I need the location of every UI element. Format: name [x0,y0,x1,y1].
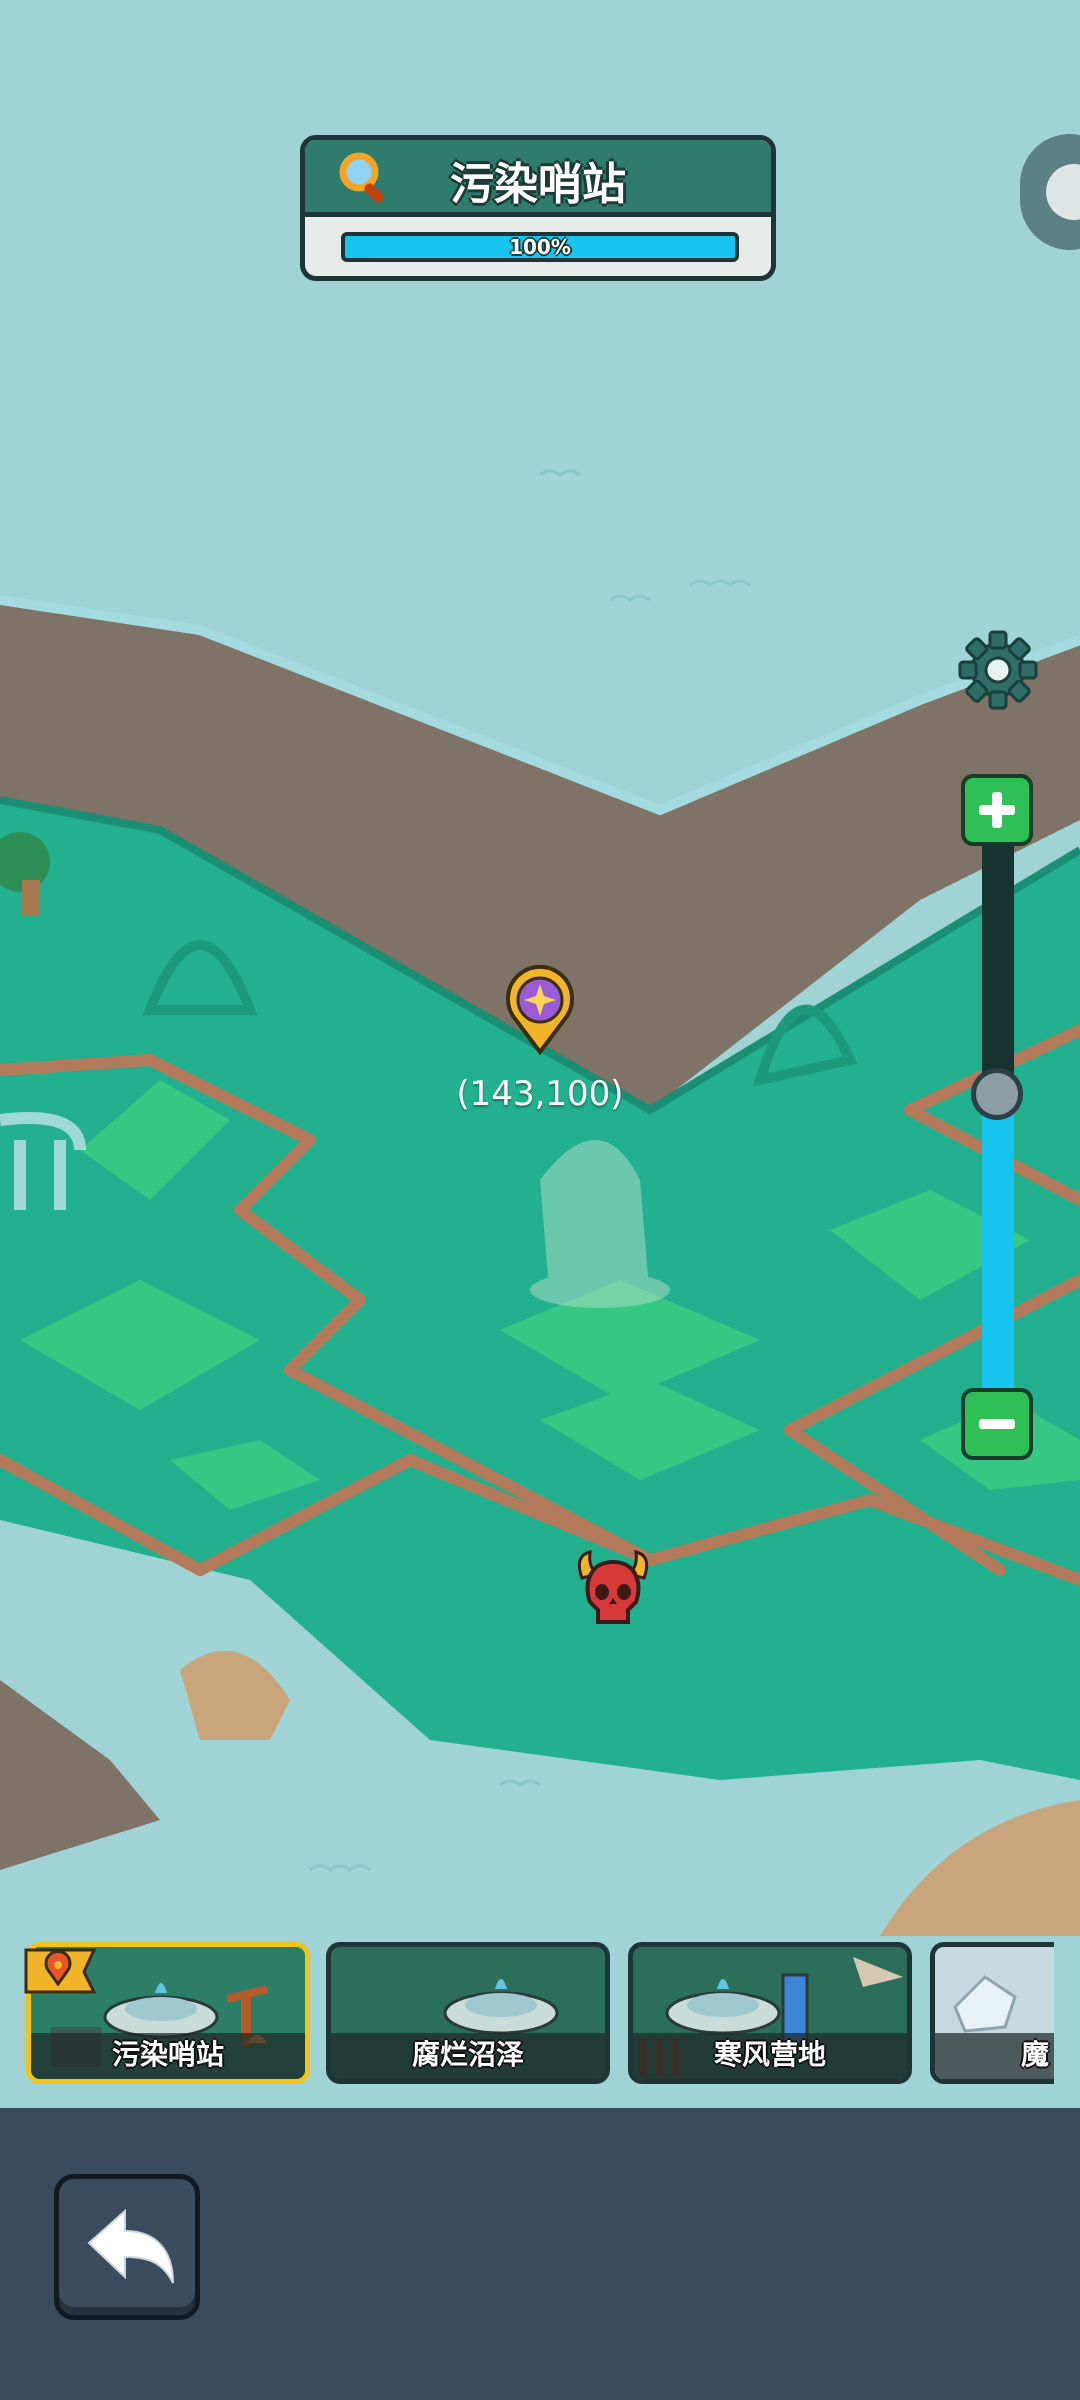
region-card-label: 魔 [935,2033,1054,2079]
region-info-panel: 污染哨站 100% [300,135,776,281]
demon-skull-icon[interactable] [572,1548,654,1630]
zoom-slider-fill [982,1094,1014,1390]
zoom-out-button[interactable] [961,1388,1033,1460]
gear-icon[interactable] [956,628,1040,712]
location-pin-icon[interactable] [502,964,578,1056]
current-location-flag-icon [24,1948,96,1994]
region-card-3[interactable]: 寒风营地 [628,1942,912,2084]
region-card-label: 寒风营地 [633,2033,907,2079]
game-map[interactable]: 污染哨站 100% (143,100) 污染哨站 腐烂沼泽 寒风营地 魔 [0,0,1080,2400]
back-button[interactable] [54,2174,200,2320]
plus-icon-stroke [992,792,1002,828]
region-card-label: 污染哨站 [31,2033,305,2079]
region-card-list[interactable]: 污染哨站 腐烂沼泽 寒风营地 魔 [0,1936,1054,2086]
coordinates-label: (143,100) [456,1074,624,1114]
region-card-4[interactable]: 魔 [930,1942,1054,2084]
bottom-bar [0,2108,1080,2400]
toggle-knob [1046,164,1080,220]
minus-icon [979,1419,1015,1429]
region-card-2[interactable]: 腐烂沼泽 [326,1942,610,2084]
region-title: 污染哨站 [450,159,626,210]
zoom-in-button[interactable] [961,774,1033,846]
region-card-label: 腐烂沼泽 [331,2033,605,2079]
back-arrow-icon [87,2208,174,2284]
exploration-progress-bar: 100% [341,232,739,262]
zoom-slider-handle[interactable] [971,1068,1023,1121]
progress-text: 100% [509,235,571,259]
